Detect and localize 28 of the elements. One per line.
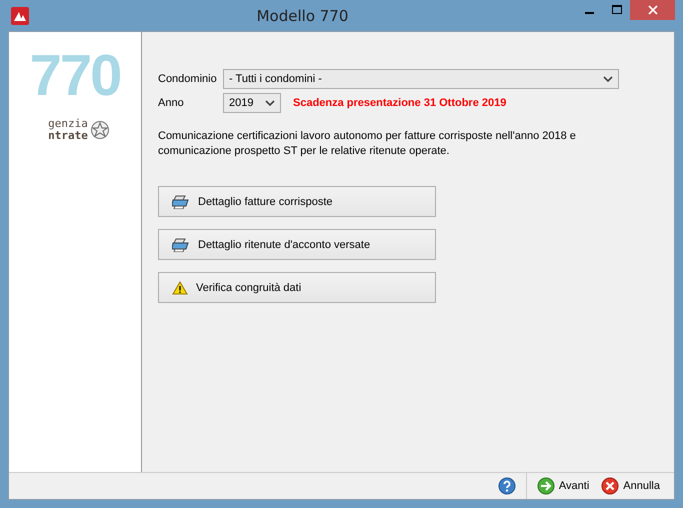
emblem-icon — [90, 120, 110, 140]
next-button[interactable]: Avanti — [530, 477, 596, 495]
arrow-right-icon — [536, 477, 555, 495]
year-dropdown[interactable]: 2019 — [223, 93, 281, 113]
field-label: Condominio — [158, 73, 218, 85]
printer-icon — [172, 238, 190, 252]
chevron-down-icon — [265, 100, 275, 106]
condominio-dropdown[interactable]: - Tutti i condomini - — [223, 69, 619, 89]
minimize-icon — [585, 12, 594, 14]
help-icon — [498, 477, 516, 495]
field-label: Anno — [158, 97, 185, 109]
close-icon — [648, 5, 658, 15]
logo-number: 770 — [28, 44, 122, 108]
deadline-text: Scadenza presentazione 31 Ottobre 2019 — [293, 97, 506, 109]
action-button[interactable]: Dettaglio ritenute d'acconto versate — [158, 229, 436, 260]
window-title: Modello 770 — [256, 6, 350, 24]
action-button[interactable]: Verifica congruità dati — [158, 272, 436, 303]
printer-icon — [172, 194, 190, 208]
warning-icon — [172, 280, 188, 294]
action-button[interactable]: Dettaglio fatture corrisposte — [158, 186, 436, 217]
cancel-button[interactable]: Annulla — [595, 477, 666, 495]
agency-logo-text: genzia ntrate — [47, 118, 88, 142]
close-button[interactable] — [630, 0, 675, 20]
maximize-icon — [612, 5, 622, 15]
chevron-down-icon — [603, 76, 613, 82]
app-logo-icon — [11, 6, 29, 24]
description-text: Comunicazione certificazioni lavoro autonomo per fatture corrisposte nell'anno 2018 e comunicazione prospetto ST per le relative ritenute operate. — [158, 129, 577, 159]
close-icon — [601, 477, 620, 495]
